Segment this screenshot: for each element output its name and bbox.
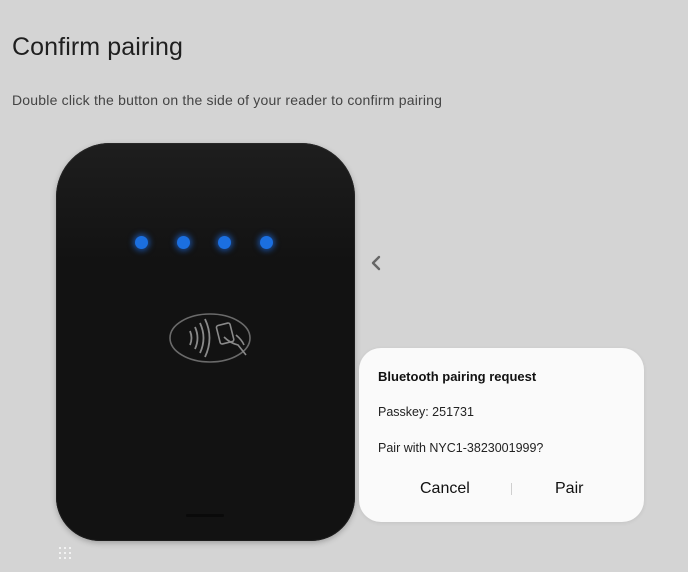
status-led-1 xyxy=(135,236,148,249)
cancel-button[interactable]: Cancel xyxy=(420,480,470,498)
grid-dots-icon[interactable] xyxy=(59,547,71,559)
button-divider xyxy=(511,483,512,495)
status-led-2 xyxy=(177,236,190,249)
pairing-instructions: Double click the button on the side of y… xyxy=(12,92,443,108)
dialog-title: Bluetooth pairing request xyxy=(378,369,537,384)
card-icon xyxy=(215,322,247,356)
contactless-icon xyxy=(169,313,251,363)
status-led-4 xyxy=(260,236,273,249)
status-led-3 xyxy=(218,236,231,249)
passkey-text: Passkey: 251731 xyxy=(378,405,474,419)
page-title: Confirm pairing xyxy=(12,33,184,61)
card-reader-illustration xyxy=(56,143,355,541)
chevron-left-icon[interactable] xyxy=(369,255,383,271)
pair-button[interactable]: Pair xyxy=(555,480,583,498)
reader-port xyxy=(186,514,224,517)
pair-question-text: Pair with NYC1-3823001999? xyxy=(378,441,544,455)
bluetooth-pairing-dialog: Bluetooth pairing request Passkey: 25173… xyxy=(359,348,644,522)
